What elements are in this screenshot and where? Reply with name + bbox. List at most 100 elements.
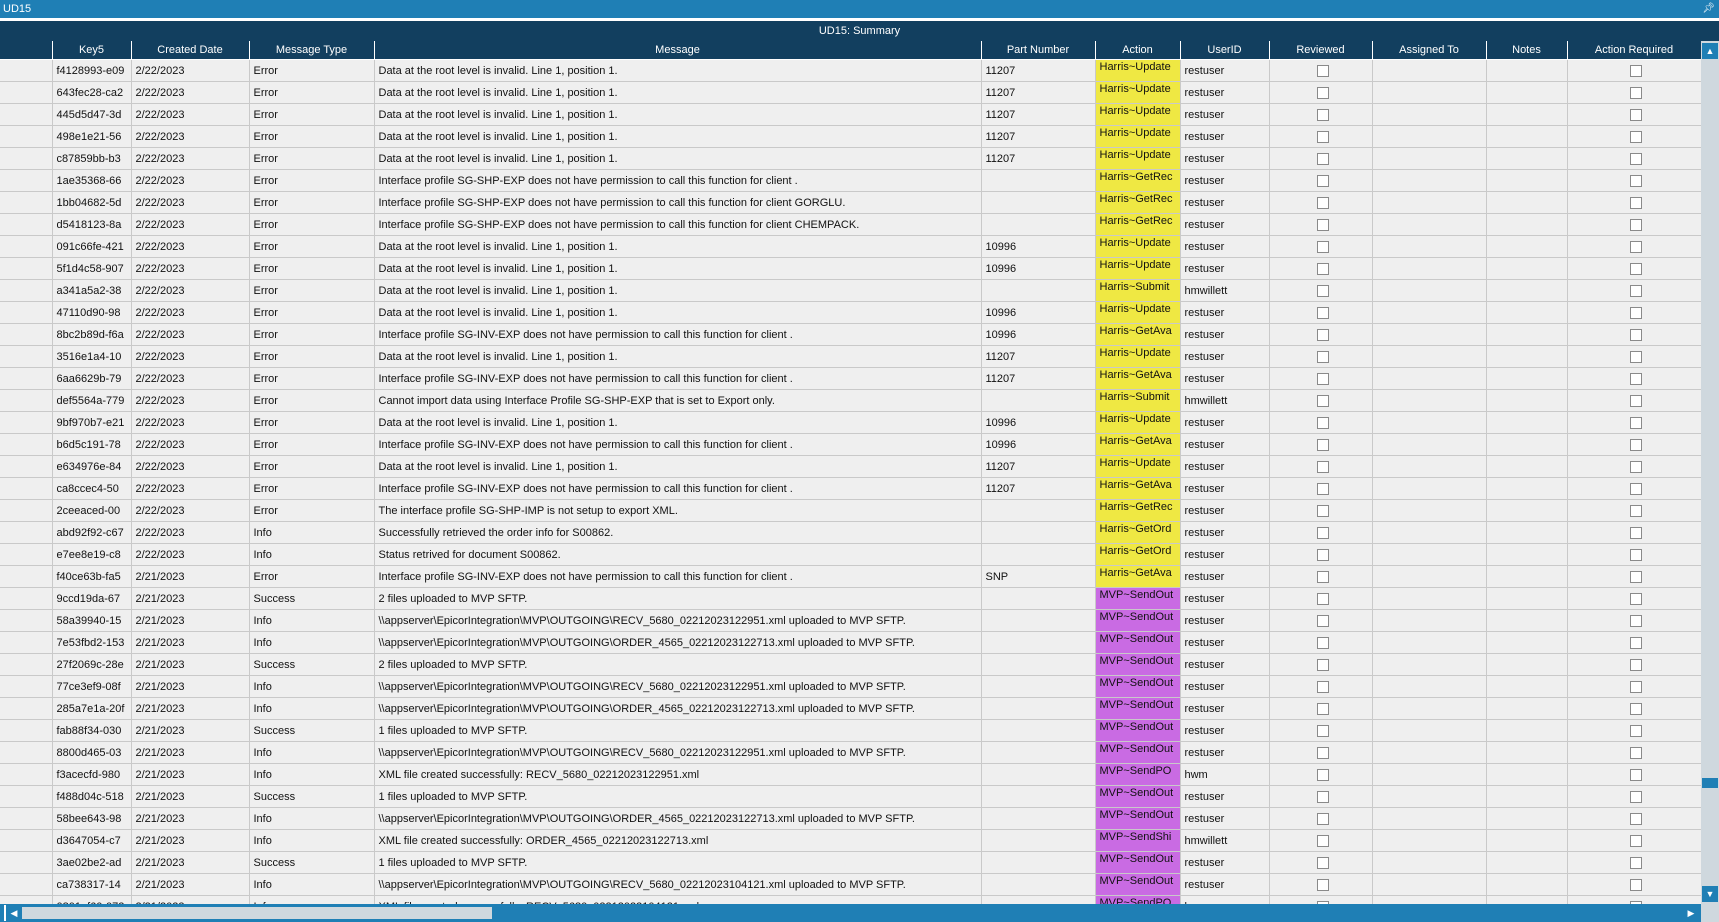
col-header-notes[interactable]: Notes <box>1486 41 1568 60</box>
col-header-message-type[interactable]: Message Type <box>249 41 375 60</box>
cell-key5[interactable]: 1bb04682-5d <box>52 191 132 214</box>
cell-message-type[interactable]: Error <box>249 565 375 588</box>
row-selector[interactable] <box>0 675 53 698</box>
cell-created-date[interactable]: 2/21/2023 <box>131 609 250 632</box>
cell-assigned-to[interactable] <box>1372 543 1487 566</box>
cell-part-number[interactable]: 11207 <box>981 455 1096 478</box>
action-required-checkbox[interactable] <box>1630 284 1642 297</box>
row-selector[interactable] <box>0 653 53 676</box>
cell-created-date[interactable]: 2/21/2023 <box>131 587 250 610</box>
cell-userid[interactable]: restuser <box>1180 367 1270 390</box>
cell-key5[interactable]: 77ce3ef9-08f <box>52 675 132 698</box>
cell-action[interactable]: MVP~SendOut <box>1095 653 1181 676</box>
cell-userid[interactable]: restuser <box>1180 521 1270 544</box>
cell-userid[interactable]: hwm <box>1180 895 1270 904</box>
cell-message-type[interactable]: Info <box>249 697 375 720</box>
cell-created-date[interactable]: 2/21/2023 <box>131 631 250 654</box>
cell-message-type[interactable]: Error <box>249 103 375 126</box>
table-row[interactable]: 091c66fe-421 2/22/2023 Error Data at the ro… <box>0 235 1701 258</box>
col-header-key5[interactable]: Key5 <box>52 41 132 60</box>
cell-message[interactable]: \\appserver\EpicorIntegration\MVP\OUTGOI… <box>374 873 982 896</box>
row-selector[interactable] <box>0 213 53 236</box>
cell-action[interactable]: Harris~Update <box>1095 257 1181 280</box>
cell-message[interactable]: Data at the root level is invalid. Line … <box>374 279 982 302</box>
table-row[interactable]: 3516e1a4-10 2/22/2023 Error Data at the roo… <box>0 345 1701 368</box>
cell-userid[interactable]: restuser <box>1180 345 1270 368</box>
reviewed-checkbox[interactable] <box>1316 152 1329 165</box>
action-required-checkbox[interactable] <box>1630 240 1642 253</box>
cell-action[interactable]: Harris~Update <box>1095 455 1181 478</box>
cell-assigned-to[interactable] <box>1372 411 1487 434</box>
action-required-checkbox[interactable] <box>1630 504 1642 517</box>
cell-message[interactable]: Interface profile SG-INV-EXP does not ha… <box>374 433 982 456</box>
cell-message-type[interactable]: Success <box>249 851 375 874</box>
row-selector[interactable] <box>0 367 53 390</box>
cell-key5[interactable]: 6aa6629b-79 <box>52 367 132 390</box>
scroll-up-icon[interactable]: ▲ <box>1702 43 1718 59</box>
reviewed-checkbox[interactable] <box>1316 812 1329 825</box>
cell-action[interactable]: Harris~GetAva <box>1095 433 1181 456</box>
table-row[interactable]: 0801ef60-0722/21/2023InfoXML file create… <box>0 895 1701 904</box>
cell-created-date[interactable]: 2/21/2023 <box>131 565 250 588</box>
cell-userid[interactable]: restuser <box>1180 411 1270 434</box>
cell-action[interactable]: Harris~Update <box>1095 411 1181 434</box>
cell-message-type[interactable]: Info <box>249 895 375 904</box>
cell-message[interactable]: Data at the root level is invalid. Line … <box>374 301 982 324</box>
cell-part-number[interactable]: 11207 <box>981 81 1096 104</box>
cell-message[interactable]: The interface profile SG-SHP-IMP is not … <box>374 499 982 522</box>
cell-created-date[interactable]: 2/21/2023 <box>131 851 250 874</box>
cell-part-number[interactable] <box>981 279 1096 302</box>
action-required-checkbox[interactable] <box>1630 856 1642 869</box>
action-required-checkbox[interactable] <box>1630 438 1642 451</box>
cell-action[interactable]: MVP~SendOut <box>1095 609 1181 632</box>
cell-notes[interactable] <box>1486 719 1568 742</box>
row-selector[interactable] <box>0 697 53 720</box>
cell-assigned-to[interactable] <box>1372 829 1487 852</box>
cell-action[interactable]: MVP~SendPO <box>1095 895 1181 904</box>
cell-part-number[interactable] <box>981 763 1096 786</box>
cell-message[interactable]: Data at the root level is invalid. Line … <box>374 147 982 170</box>
cell-notes[interactable] <box>1486 697 1568 720</box>
cell-key5[interactable]: 58a39940-15 <box>52 609 132 632</box>
cell-key5[interactable]: d5418123-8a <box>52 213 132 236</box>
cell-message[interactable]: XML file created successfully: RECV_5680… <box>374 895 982 904</box>
row-selector[interactable] <box>0 873 53 896</box>
row-selector[interactable] <box>0 829 53 852</box>
table-row[interactable]: 8800d465-03 2/21/2023 Info \\appserver\Epic… <box>0 741 1701 764</box>
cell-message-type[interactable]: Error <box>249 235 375 258</box>
cell-key5[interactable]: 3516e1a4-10 <box>52 345 132 368</box>
col-header-created-date[interactable]: Created Date <box>131 41 250 60</box>
table-row[interactable]: 8bc2b89d-f6a 2/22/2023 Error Interface prof… <box>0 323 1701 346</box>
scroll-right-icon[interactable]: ▶ <box>1683 905 1699 921</box>
row-selector[interactable] <box>0 125 53 148</box>
reviewed-checkbox[interactable] <box>1316 416 1329 429</box>
row-selector[interactable] <box>0 851 53 874</box>
cell-notes[interactable] <box>1486 279 1568 302</box>
cell-message[interactable]: Cannot import data using Interface Profi… <box>374 389 982 412</box>
cell-message[interactable]: Interface profile SG-SHP-EXP does not ha… <box>374 213 982 236</box>
cell-notes[interactable] <box>1486 873 1568 896</box>
cell-action[interactable]: MVP~SendOut <box>1095 631 1181 654</box>
cell-action[interactable]: Harris~GetRec <box>1095 191 1181 214</box>
cell-assigned-to[interactable] <box>1372 81 1487 104</box>
table-row[interactable]: f40ce63b-fa5 2/21/2023 Error Interface prof… <box>0 565 1701 588</box>
table-row[interactable]: 47110d90-98 2/22/2023 Error Data at the roo… <box>0 301 1701 324</box>
cell-action[interactable]: Harris~GetAva <box>1095 565 1181 588</box>
cell-message-type[interactable]: Success <box>249 719 375 742</box>
cell-userid[interactable]: restuser <box>1180 147 1270 170</box>
row-selector[interactable] <box>0 235 53 258</box>
reviewed-checkbox[interactable] <box>1316 878 1329 891</box>
cell-notes[interactable] <box>1486 411 1568 434</box>
cell-message-type[interactable]: Error <box>249 191 375 214</box>
cell-notes[interactable] <box>1486 477 1568 500</box>
cell-part-number[interactable] <box>981 389 1096 412</box>
table-row[interactable]: f4128993-e09 2/22/2023 Error Data at the ro… <box>0 59 1701 82</box>
cell-message-type[interactable]: Info <box>249 741 375 764</box>
cell-assigned-to[interactable] <box>1372 103 1487 126</box>
cell-assigned-to[interactable] <box>1372 675 1487 698</box>
cell-assigned-to[interactable] <box>1372 873 1487 896</box>
action-required-checkbox[interactable] <box>1630 372 1642 385</box>
cell-created-date[interactable]: 2/22/2023 <box>131 433 250 456</box>
table-row[interactable]: 2ceeaced-00 2/22/2023 Error The interface p… <box>0 499 1701 522</box>
cell-part-number[interactable]: 10996 <box>981 323 1096 346</box>
